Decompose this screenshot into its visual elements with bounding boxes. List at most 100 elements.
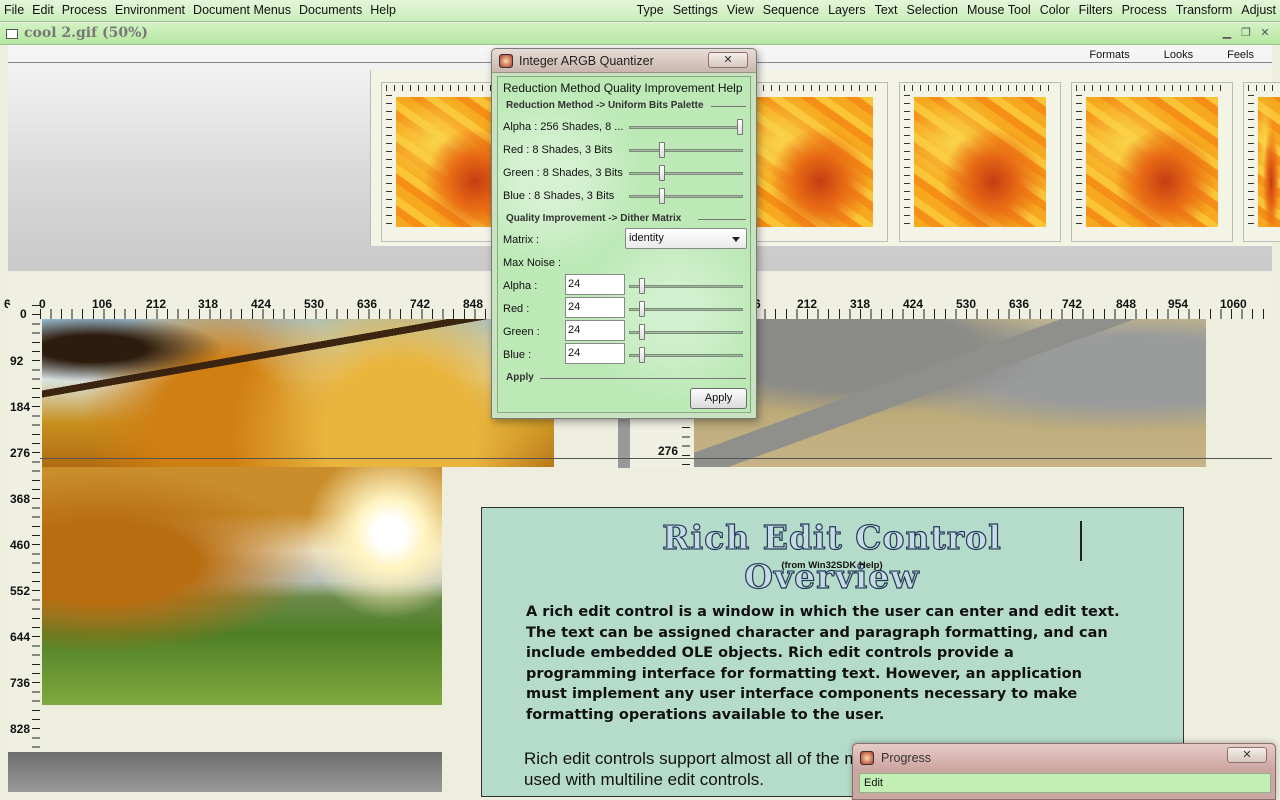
- menu-sequence[interactable]: Sequence: [763, 3, 819, 17]
- thumbnail-image: [1258, 97, 1280, 227]
- vertical-ruler[interactable]: 0 92 184 276 368 460 552 644 736 828: [8, 305, 40, 752]
- alpha-noise-slider-thumb[interactable]: [638, 278, 645, 294]
- close-icon[interactable]: ✕: [1258, 26, 1272, 40]
- menu-quality-improvement[interactable]: Quality Improvement: [604, 81, 715, 95]
- horizontal-ruler-right[interactable]: 6 212 318 424 530 636 742 848 954 1060: [754, 273, 1272, 319]
- blue-noise-label: Blue :: [503, 349, 532, 361]
- blue-noise-input[interactable]: 24: [565, 343, 625, 364]
- alpha-noise-label: Alpha :: [503, 280, 538, 292]
- matrix-label: Matrix :: [503, 234, 540, 246]
- menu-help[interactable]: Help: [370, 3, 396, 17]
- menu-mouse-tool[interactable]: Mouse Tool: [967, 3, 1031, 17]
- section-reduction-method: Reduction Method -> Uniform Bits Palette: [506, 100, 704, 111]
- menu-edit[interactable]: Edit: [32, 3, 54, 17]
- red-shades-slider-thumb[interactable]: [659, 142, 666, 158]
- max-noise-label: Max Noise :: [503, 257, 562, 269]
- matrix-select[interactable]: identity: [625, 228, 747, 249]
- close-button[interactable]: ✕: [1227, 747, 1267, 763]
- progress-status: Edit: [859, 773, 1271, 793]
- menu-type[interactable]: Type: [637, 3, 664, 17]
- vertical-ruler-right[interactable]: 276: [630, 418, 694, 468]
- menu-filters[interactable]: Filters: [1079, 3, 1113, 17]
- menu-text[interactable]: Text: [875, 3, 898, 17]
- green-noise-label: Green :: [503, 326, 540, 338]
- menu-layers[interactable]: Layers: [828, 3, 866, 17]
- alpha-shades-slider-thumb[interactable]: [737, 119, 743, 135]
- ruler-label: 318: [850, 297, 871, 311]
- alpha-noise-slider[interactable]: [629, 285, 743, 288]
- embossed-map-photo[interactable]: [694, 319, 1206, 467]
- ruler-label: 424: [251, 297, 272, 311]
- dialog-body: Reduction Method Quality Improvement Hel…: [497, 76, 751, 413]
- apply-button[interactable]: Apply: [690, 388, 747, 409]
- autumn-tree-photo[interactable]: [42, 319, 554, 467]
- section-divider: [711, 106, 746, 107]
- ruler-label: 736: [10, 676, 31, 690]
- dialog-title-bar[interactable]: Integer ARGB Quantizer ✕: [492, 49, 756, 73]
- green-shades-slider[interactable]: [629, 172, 743, 175]
- red-noise-slider-thumb[interactable]: [638, 301, 645, 317]
- red-noise-input[interactable]: 24: [565, 297, 625, 318]
- tab-formats[interactable]: Formats: [1089, 49, 1129, 61]
- progress-title-bar[interactable]: Progress ✕: [853, 744, 1275, 770]
- menu-document-menus[interactable]: Document Menus: [193, 3, 291, 17]
- section-divider: [540, 378, 746, 379]
- separator-bar: [618, 418, 630, 468]
- ruler-label: 742: [1062, 297, 1083, 311]
- blue-noise-slider[interactable]: [629, 354, 743, 357]
- menu-selection[interactable]: Selection: [907, 3, 958, 17]
- ruler-label: 636: [357, 297, 378, 311]
- menu-transform[interactable]: Transform: [1176, 3, 1233, 17]
- blue-shades-label: Blue : 8 Shades, 3 Bits: [503, 190, 615, 202]
- view-tabs: Formats Looks Feels: [1055, 49, 1254, 61]
- menu-view[interactable]: View: [727, 3, 754, 17]
- ruler-label: 0: [20, 307, 27, 321]
- restore-icon[interactable]: ❐: [1239, 26, 1253, 40]
- menu-reduction-method[interactable]: Reduction Method: [503, 81, 600, 95]
- green-shades-slider-thumb[interactable]: [659, 165, 666, 181]
- autumn-meadow-photo[interactable]: [42, 467, 442, 705]
- red-noise-slider[interactable]: [629, 308, 743, 311]
- alpha-shades-label: Alpha : 256 Shades, 8 ...: [503, 121, 624, 133]
- horizontal-ruler-left[interactable]: 6 0 106 212 318 424 530 636 742 848: [4, 273, 554, 319]
- tab-feels[interactable]: Feels: [1227, 49, 1254, 61]
- alpha-shades-slider[interactable]: [629, 126, 743, 129]
- ruler-label: 848: [1116, 297, 1137, 311]
- menu-documents[interactable]: Documents: [299, 3, 362, 17]
- thumbnail[interactable]: [1243, 82, 1280, 242]
- menu-environment[interactable]: Environment: [115, 3, 185, 17]
- ruler-label: 424: [903, 297, 924, 311]
- thumbnail[interactable]: [899, 82, 1061, 242]
- document-paragraph-1: A rich edit control is a window in which…: [526, 604, 1120, 723]
- menu-adjust[interactable]: Adjust: [1241, 3, 1276, 17]
- thumbnail[interactable]: [1071, 82, 1233, 242]
- green-noise-slider-thumb[interactable]: [638, 324, 645, 340]
- ruler-label: 276: [10, 446, 31, 460]
- blue-shades-slider[interactable]: [629, 195, 743, 198]
- green-noise-slider[interactable]: [629, 331, 743, 334]
- document-icon[interactable]: [6, 29, 18, 39]
- ruler-label: 530: [956, 297, 977, 311]
- menu-process[interactable]: Process: [62, 3, 107, 17]
- ruler-label: 828: [10, 722, 31, 736]
- ruler-label: 212: [146, 297, 167, 311]
- menu-color[interactable]: Color: [1040, 3, 1070, 17]
- progress-title: Progress: [881, 751, 932, 765]
- menu-help[interactable]: Help: [718, 81, 743, 95]
- progress-panel: Progress ✕ Edit: [852, 743, 1276, 800]
- alpha-noise-input[interactable]: 24: [565, 274, 625, 295]
- document-title-bar: cool 2.gif (50%) ▁ ❐ ✕: [0, 23, 1280, 45]
- minimize-icon[interactable]: ▁: [1220, 26, 1234, 40]
- guide-line: [40, 458, 1272, 459]
- red-shades-slider[interactable]: [629, 149, 743, 152]
- blue-noise-slider-thumb[interactable]: [638, 347, 645, 363]
- menu-file[interactable]: File: [4, 3, 24, 17]
- tab-looks[interactable]: Looks: [1164, 49, 1193, 61]
- section-divider: [698, 219, 746, 220]
- green-noise-input[interactable]: 24: [565, 320, 625, 341]
- ruler-label: 954: [1168, 297, 1189, 311]
- menu-settings[interactable]: Settings: [673, 3, 718, 17]
- menu-process-2[interactable]: Process: [1122, 3, 1167, 17]
- close-button[interactable]: ✕: [708, 52, 748, 68]
- blue-shades-slider-thumb[interactable]: [659, 188, 666, 204]
